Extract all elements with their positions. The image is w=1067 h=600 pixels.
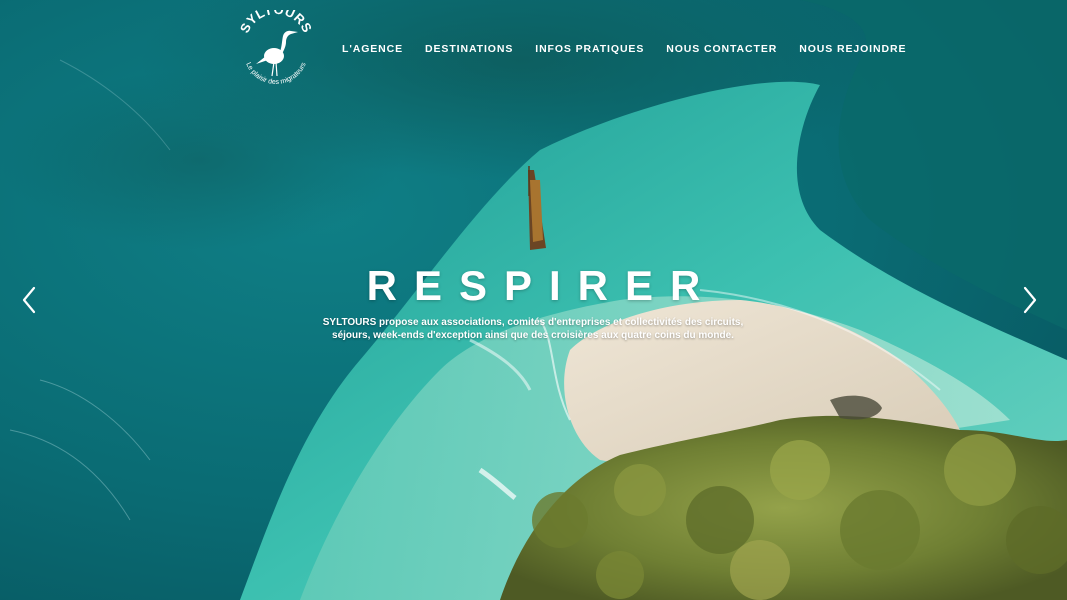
syltours-logo[interactable]: SYLTOURS Le plaisir des migrateurs [236,10,316,90]
nav-item-infos-pratiques[interactable]: INFOS PRATIQUES [535,43,644,55]
nav-item-agence[interactable]: L'AGENCE [342,43,403,55]
hero-slider: SYLTOURS Le plaisir des migrateurs L'AGE… [0,0,1067,600]
slide-tagline-line-2: séjours, week-ends d'exception ainsi que… [332,330,734,341]
chevron-left-icon [22,286,36,314]
nav-item-destinations[interactable]: DESTINATIONS [425,43,513,55]
slider-next-button[interactable] [1019,285,1039,315]
slide-headline: RESPIRER [366,262,718,309]
nav-item-nous-rejoindre[interactable]: NOUS REJOINDRE [799,43,906,55]
slide-tagline-line-1: SYLTOURS propose aux associations, comit… [322,317,744,328]
nav-item-nous-contacter[interactable]: NOUS CONTACTER [666,43,777,55]
slide-tagline: SYLTOURS propose aux associations, comit… [283,316,783,342]
chevron-right-icon [1023,286,1037,314]
heron-logo-icon: SYLTOURS Le plaisir des migrateurs [237,10,315,86]
logo-brand-text: SYLTOURS [237,10,315,35]
main-nav: L'AGENCE DESTINATIONS INFOS PRATIQUES NO… [342,43,906,55]
svg-text:SYLTOURS: SYLTOURS [237,10,315,35]
slider-prev-button[interactable] [20,285,40,315]
